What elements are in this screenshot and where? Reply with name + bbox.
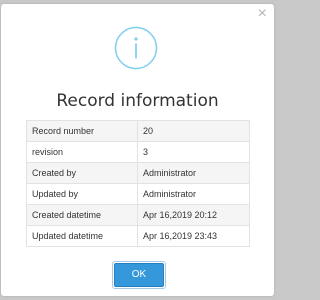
table-row: revision 3 (26, 141, 250, 163)
row-label: Created datetime (26, 204, 138, 226)
row-value: Administrator (137, 162, 250, 184)
row-label: Updated datetime (26, 225, 138, 247)
row-value: Apr 16,2019 23:43 (137, 225, 250, 247)
row-label: Created by (26, 162, 138, 184)
row-label: Updated by (26, 183, 138, 205)
row-value: Apr 16,2019 20:12 (137, 204, 250, 226)
row-label: revision (26, 141, 138, 163)
ok-button[interactable]: OK (114, 263, 164, 287)
table-row: Updated datetime Apr 16,2019 23:43 (26, 225, 250, 247)
record-information-dialog: × Record information Record number 20 re… (1, 4, 274, 296)
dialog-title: Record information (56, 91, 219, 111)
row-value: 3 (137, 141, 250, 163)
table-row: Created by Administrator (26, 162, 250, 184)
record-info-table: Record number 20 revision 3 Created by A… (26, 120, 250, 247)
table-row: Updated by Administrator (26, 183, 250, 205)
close-icon[interactable]: × (258, 6, 267, 22)
info-icon (114, 26, 158, 70)
table-row: Record number 20 (26, 120, 250, 142)
row-label: Record number (26, 120, 138, 142)
table-row: Created datetime Apr 16,2019 20:12 (26, 204, 250, 226)
row-value: 20 (137, 120, 250, 142)
row-value: Administrator (137, 183, 250, 205)
